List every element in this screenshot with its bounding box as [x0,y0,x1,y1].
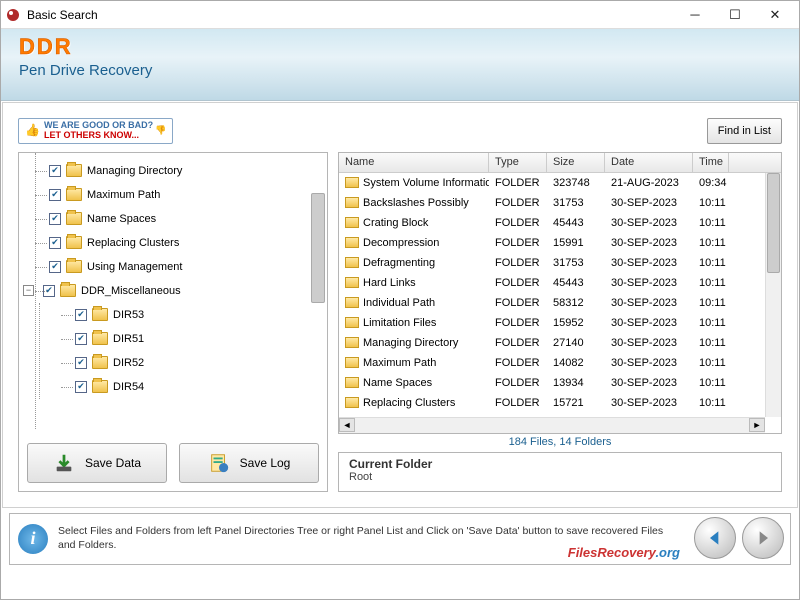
folder-icon [345,397,359,408]
table-row[interactable]: Hard LinksFOLDER4544330-SEP-202310:11 [339,273,781,293]
grid-hscroll[interactable]: ◄► [339,417,765,433]
close-button[interactable]: ✕ [755,2,795,28]
tree-item-expandable[interactable]: −✔DDR_Miscellaneous [49,279,327,303]
col-date[interactable]: Date [605,153,693,172]
folder-icon [92,332,108,345]
folder-icon [345,317,359,328]
feedback-line1: WE ARE GOOD OR BAD? [44,120,153,130]
folder-icon [345,357,359,368]
folder-icon [345,337,359,348]
table-row[interactable]: DecompressionFOLDER1599130-SEP-202310:11 [339,233,781,253]
maximize-button[interactable]: ☐ [715,2,755,28]
table-row[interactable]: Crating BlockFOLDER4544330-SEP-202310:11 [339,213,781,233]
table-row[interactable]: Individual PathFOLDER5831230-SEP-202310:… [339,293,781,313]
save-log-icon [208,452,230,474]
col-name[interactable]: Name [339,153,489,172]
checkbox-icon[interactable]: ✔ [49,237,61,249]
col-time[interactable]: Time [693,153,729,172]
folder-icon [345,237,359,248]
nav-forward-button[interactable] [742,517,784,559]
table-row[interactable]: System Volume InformationFOLDER32374821-… [339,173,781,193]
footer-logo: FilesRecovery.org [568,545,680,560]
folder-icon [92,380,108,393]
tree-item[interactable]: ✔DIR51 [75,327,327,351]
checkbox-icon[interactable]: ✔ [49,165,61,177]
footer-hint: i Select Files and Folders from left Pan… [9,513,791,565]
checkbox-icon[interactable]: ✔ [43,285,55,297]
folder-icon [345,197,359,208]
folder-icon [345,177,359,188]
banner: DDR Pen Drive Recovery [1,29,799,101]
tree-scrollbar[interactable] [311,193,325,303]
folder-icon [66,164,82,177]
folder-icon [66,236,82,249]
col-type[interactable]: Type [489,153,547,172]
title-bar: Basic Search ─ ☐ ✕ [1,1,799,29]
current-folder-box: Current Folder Root [338,452,782,492]
folder-icon [345,277,359,288]
folder-icon [345,377,359,388]
scroll-left-icon[interactable]: ◄ [339,418,355,432]
folder-icon [66,260,82,273]
table-row[interactable]: Managing DirectoryFOLDER2714030-SEP-2023… [339,333,781,353]
thumbs-up-icon: 👍 [25,124,40,137]
find-in-list-button[interactable]: Find in List [707,118,782,144]
folder-icon [66,212,82,225]
collapse-icon[interactable]: − [23,285,34,296]
tree-item[interactable]: ✔DIR53 [75,303,327,327]
save-log-button[interactable]: Save Log [179,443,319,483]
folder-icon [92,356,108,369]
col-size[interactable]: Size [547,153,605,172]
nav-back-button[interactable] [694,517,736,559]
folder-icon [66,188,82,201]
file-grid[interactable]: Name Type Size Date Time System Volume I… [338,152,782,434]
save-data-icon [53,452,75,474]
save-data-button[interactable]: Save Data [27,443,167,483]
current-folder-value: Root [349,471,771,483]
grid-vscroll[interactable] [765,173,781,417]
table-row[interactable]: Limitation FilesFOLDER1595230-SEP-202310… [339,313,781,333]
feedback-line2: LET OTHERS KNOW... [44,130,139,140]
checkbox-icon[interactable]: ✔ [49,189,61,201]
table-row[interactable]: Maximum PathFOLDER1408230-SEP-202310:11 [339,353,781,373]
folder-icon [92,308,108,321]
checkbox-icon[interactable]: ✔ [49,261,61,273]
tree-item[interactable]: ✔DIR54 [75,375,327,399]
app-icon [5,7,21,23]
scroll-right-icon[interactable]: ► [749,418,765,432]
checkbox-icon[interactable]: ✔ [75,333,87,345]
checkbox-icon[interactable]: ✔ [75,381,87,393]
tree-item[interactable]: ✔Managing Directory [49,159,327,183]
tree-item[interactable]: ✔Maximum Path [49,183,327,207]
table-row[interactable]: Backslashes PossiblyFOLDER3175330-SEP-20… [339,193,781,213]
status-summary: 184 Files, 14 Folders [338,434,782,450]
tree-item[interactable]: ✔Name Spaces [49,207,327,231]
grid-header: Name Type Size Date Time [339,153,781,173]
directory-tree[interactable]: ✔Managing Directory ✔Maximum Path ✔Name … [19,153,327,429]
folder-icon [345,257,359,268]
table-row[interactable]: Replacing ClustersFOLDER1572130-SEP-2023… [339,393,781,413]
thumbs-down-icon: 👎 [155,126,166,136]
tree-item[interactable]: ✔Replacing Clusters [49,231,327,255]
window-title: Basic Search [27,8,675,22]
tree-item[interactable]: ✔DIR52 [75,351,327,375]
brand-logo: DDR [19,34,781,60]
table-row[interactable]: DefragmentingFOLDER3175330-SEP-202310:11 [339,253,781,273]
checkbox-icon[interactable]: ✔ [75,309,87,321]
folder-icon [345,217,359,228]
feedback-banner[interactable]: 👍 WE ARE GOOD OR BAD? LET OTHERS KNOW...… [18,118,173,144]
current-folder-label: Current Folder [349,457,771,471]
brand-subtitle: Pen Drive Recovery [19,62,781,79]
folder-icon [60,284,76,297]
tree-panel: ✔Managing Directory ✔Maximum Path ✔Name … [18,152,328,492]
table-row[interactable]: Name SpacesFOLDER1393430-SEP-202310:11 [339,373,781,393]
minimize-button[interactable]: ─ [675,2,715,28]
checkbox-icon[interactable]: ✔ [75,357,87,369]
tree-item[interactable]: ✔Using Management [49,255,327,279]
checkbox-icon[interactable]: ✔ [49,213,61,225]
folder-icon [345,297,359,308]
info-icon: i [18,524,48,554]
